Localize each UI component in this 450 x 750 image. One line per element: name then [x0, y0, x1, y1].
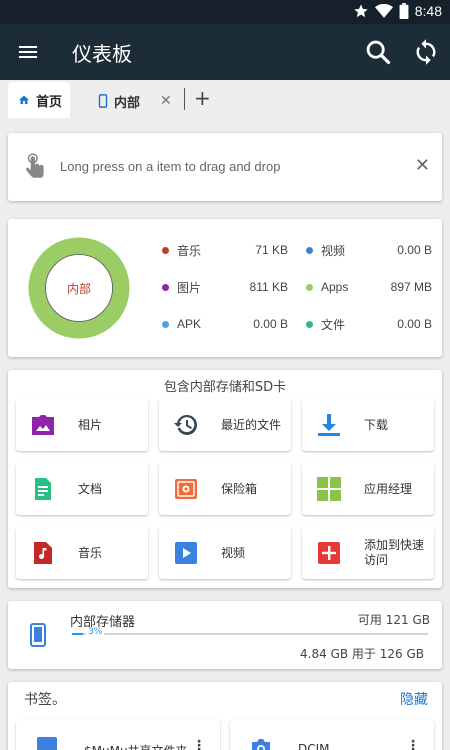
- quick-access-heading: 包含内部存储和SD卡: [163, 380, 287, 395]
- legend-value: 0.00 B: [397, 317, 432, 331]
- legend-label: 文件: [321, 317, 346, 332]
- legend-label: Apps: [321, 280, 349, 294]
- tab-divider: [184, 88, 185, 110]
- legend-dot: [306, 283, 313, 291]
- shortcut-downloads[interactable]: 下载: [302, 399, 434, 451]
- drag-hint-text: Long press on a item to drag and drop: [60, 159, 281, 174]
- photo-icon: [32, 415, 54, 435]
- status-time: 8:48: [414, 3, 442, 19]
- bookmark-label: DCIM: [298, 742, 330, 750]
- shortcut-label: 音乐: [78, 545, 103, 560]
- phone-icon: [98, 94, 108, 108]
- shortcut-video[interactable]: 视频: [159, 527, 291, 579]
- history-icon: [174, 414, 198, 435]
- quick-access-card: 包含内部存储和SD卡 相片 最近的文件 下载 文档 保险箱 应用经理 音乐 视频…: [8, 370, 442, 588]
- storage-used: 4.84 GB 用于 126 GB: [300, 647, 424, 661]
- shortcut-label: 文档: [78, 481, 103, 496]
- tab-home-label: 首页: [36, 94, 63, 110]
- phone-icon: [30, 623, 46, 647]
- bookmark-item[interactable]: $MuMu共享文件夹 ⋮: [16, 720, 220, 750]
- shortcut-app-manager[interactable]: 应用经理: [302, 463, 434, 515]
- storage-percent: 3%: [86, 627, 105, 637]
- legend-dot: [306, 320, 313, 328]
- tab-bar: 首页 内部 ✕ +: [0, 80, 450, 120]
- legend-value: 897 MB: [390, 280, 432, 294]
- safe-icon: [175, 479, 197, 499]
- legend-value: 0.00 B: [397, 243, 432, 257]
- tab-internal[interactable]: 内部 ✕: [98, 86, 172, 116]
- apps-grid-icon: [317, 477, 341, 501]
- storage-overview-card[interactable]: 内部 音乐 71 KB 视频 0.00 B 图片 811 KB Apps 897…: [8, 219, 442, 357]
- legend-label: 图片: [177, 280, 202, 295]
- shortcut-label: 下载: [364, 417, 389, 432]
- battery-icon: [399, 3, 409, 19]
- legend-apk: APK 0.00 B: [162, 315, 288, 333]
- shortcut-music[interactable]: 音乐: [16, 527, 148, 579]
- download-icon: [318, 414, 340, 436]
- legend-label: APK: [177, 317, 202, 331]
- more-options-icon[interactable]: ⋮: [192, 738, 206, 750]
- search-icon[interactable]: [364, 38, 392, 66]
- folder-icon: [37, 737, 57, 750]
- hide-bookmarks-link[interactable]: 隐藏: [400, 689, 428, 709]
- storage-progress-fill: [72, 633, 83, 635]
- add-tab-icon[interactable]: +: [194, 86, 211, 110]
- app-bar: 仪表板: [0, 24, 450, 80]
- storage-available: 可用 121 GB: [357, 613, 430, 627]
- add-icon: [318, 542, 340, 564]
- shortcut-label: 保险箱: [221, 481, 258, 496]
- shortcut-label: 应用经理: [364, 481, 413, 496]
- drag-hint-card: Long press on a item to drag and drop ✕: [8, 133, 442, 201]
- shortcut-add-quick-access[interactable]: 添加到快速访问: [302, 527, 434, 579]
- legend-value: 0.00 B: [253, 317, 288, 331]
- home-icon: [19, 95, 29, 104]
- shortcut-label: 视频: [221, 545, 246, 560]
- music-icon: [34, 542, 52, 564]
- camera-icon: [252, 739, 270, 750]
- bookmarks-card: 书签。 隐藏 $MuMu共享文件夹 ⋮ DCIM ⋮: [8, 682, 442, 750]
- bookmarks-heading: 书签。: [24, 692, 66, 708]
- shortcut-label: 相片: [78, 417, 103, 432]
- donut-center-label: 内部: [66, 281, 91, 296]
- menu-icon[interactable]: [16, 40, 40, 64]
- internal-storage-card[interactable]: 内部存储器 可用 121 GB 3% 4.84 GB 用于 126 GB: [8, 601, 442, 669]
- legend-label: 视频: [321, 243, 346, 258]
- legend-video: 视频 0.00 B: [306, 241, 432, 259]
- wifi-icon: [374, 3, 393, 18]
- storage-progress-bar: [72, 633, 428, 635]
- legend-value: 811 KB: [249, 280, 288, 294]
- status-bar: 8:48: [0, 0, 450, 24]
- document-icon: [35, 478, 51, 500]
- touch-hand-icon: [26, 153, 44, 178]
- shortcut-label: 添加到快速访问: [364, 538, 425, 567]
- shortcut-safe[interactable]: 保险箱: [159, 463, 291, 515]
- more-options-icon[interactable]: ⋮: [406, 738, 420, 750]
- tab-internal-label: 内部: [114, 95, 141, 111]
- legend-dot: [162, 246, 169, 254]
- star-icon: [354, 4, 368, 18]
- shortcut-documents[interactable]: 文档: [16, 463, 148, 515]
- legend-apps: Apps 897 MB: [306, 278, 432, 296]
- tab-home[interactable]: 首页: [8, 82, 70, 118]
- legend-dot: [306, 246, 313, 254]
- legend-value: 71 KB: [255, 243, 288, 257]
- bookmark-label: $MuMu共享文件夹: [84, 742, 188, 750]
- close-icon[interactable]: ✕: [415, 155, 430, 176]
- legend-images: 图片 811 KB: [162, 278, 288, 296]
- video-icon: [175, 542, 197, 564]
- sync-icon[interactable]: [412, 38, 440, 66]
- legend-dot: [162, 283, 169, 291]
- page-title: 仪表板: [72, 42, 132, 66]
- legend-music: 音乐 71 KB: [162, 241, 288, 259]
- legend-dot: [162, 320, 169, 328]
- shortcut-recent-files[interactable]: 最近的文件: [159, 399, 291, 451]
- tab-close-icon[interactable]: ✕: [160, 93, 172, 109]
- shortcut-photos[interactable]: 相片: [16, 399, 148, 451]
- legend-label: 音乐: [177, 243, 202, 258]
- shortcut-label: 最近的文件: [221, 417, 282, 432]
- legend-files: 文件 0.00 B: [306, 315, 432, 333]
- bookmark-item[interactable]: DCIM ⋮: [230, 720, 434, 750]
